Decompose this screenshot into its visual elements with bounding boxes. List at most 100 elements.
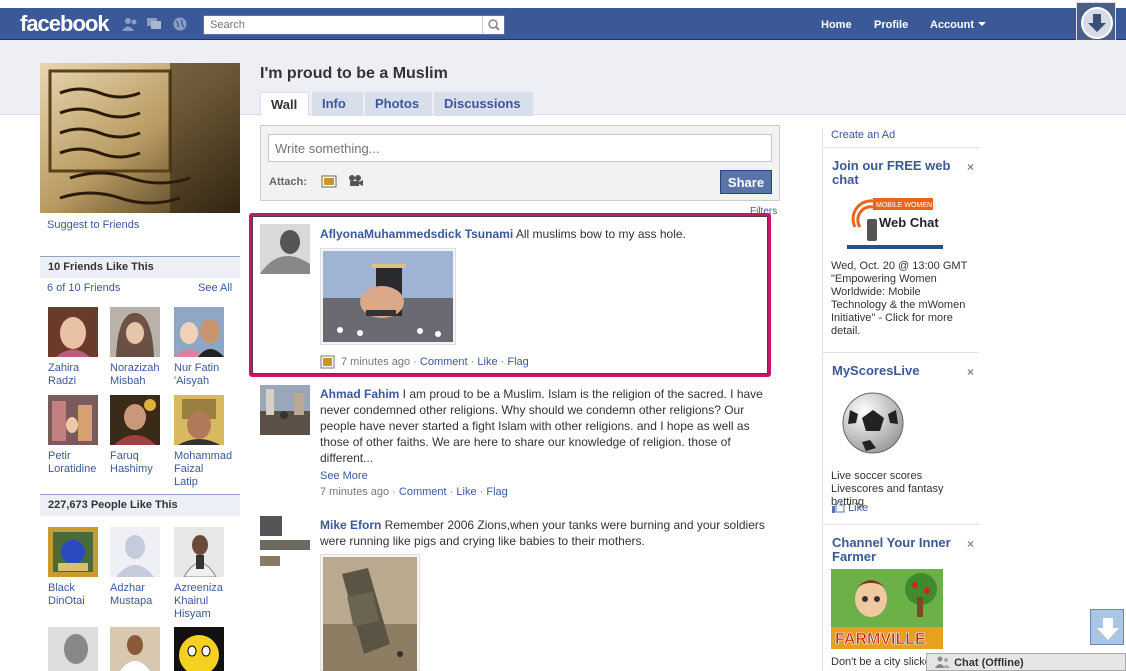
person-item[interactable]: Azreeniza Khairul Hisyam [174, 527, 228, 621]
see-more-link[interactable]: See More [320, 470, 368, 482]
ad-myscoreslive[interactable]: MyScoresLive × Live soccer scores Livesc… [822, 354, 979, 525]
blue-bar: facebook Home Profile Account [0, 8, 1126, 40]
friend-item[interactable]: Faruq Hashimy [110, 395, 164, 476]
arrow-down-icon [1097, 618, 1119, 640]
person-name: Black DinOtai [48, 582, 85, 607]
story-author-link[interactable]: Ahmad Fahim [320, 387, 399, 401]
story-3-body: Mike Eforn Remember 2006 Zions,when your… [320, 517, 775, 549]
like-link[interactable]: Like [456, 486, 476, 498]
friend-photo [110, 395, 160, 445]
story-author-avatar[interactable] [260, 385, 310, 435]
chat-bar[interactable]: Chat (Offline) [926, 653, 1126, 671]
ad-close-icon[interactable]: × [967, 537, 974, 551]
story-message: Remember 2006 Zions,when your tanks were… [320, 518, 765, 548]
flag-link[interactable]: Flag [486, 486, 507, 498]
story-2-meta: 7 minutes ago · Comment · Like · Flag [320, 486, 508, 498]
person-photo [48, 527, 98, 577]
attach-label: Attach: [269, 176, 307, 188]
person-photo[interactable] [48, 627, 98, 671]
tab-wall[interactable]: Wall [260, 92, 309, 116]
tab-info[interactable]: Info [312, 92, 363, 116]
default-avatar-icon [110, 527, 160, 577]
video-attach-icon[interactable] [347, 174, 363, 188]
ad-like-label: Like [848, 502, 869, 514]
friends-count-link[interactable]: 6 of 10 Friends [47, 282, 120, 294]
friend-name: Petir Loratidine [48, 450, 97, 475]
friend-photo [174, 307, 224, 357]
see-all-link[interactable]: See All [198, 282, 232, 294]
person-name: Adzhar Mustapa [110, 582, 153, 607]
farmville-ad-image: FARMVILLE [831, 569, 943, 649]
create-ad-link[interactable]: Create an Ad [831, 129, 895, 141]
person-photo[interactable] [110, 627, 160, 671]
ad-close-icon[interactable]: × [967, 160, 974, 174]
nav-account[interactable]: Account [930, 19, 986, 31]
friend-name: Nur Fatin 'Aisyah [174, 362, 220, 387]
friend-photo [48, 395, 98, 445]
ad-title[interactable]: MyScoresLive [832, 364, 962, 378]
friend-requests-icon[interactable] [122, 17, 138, 31]
nav-profile[interactable]: Profile [874, 19, 908, 31]
ad-logo-main-text: Web Chat [879, 215, 939, 230]
ad-body: Don't be a city slicker [831, 656, 931, 668]
friend-photo [48, 307, 98, 357]
friend-item[interactable]: Norazizah Misbah [110, 307, 164, 388]
search-input[interactable] [204, 16, 480, 34]
friends-like-heading: 10 Friends Like This [40, 256, 240, 278]
notifications-globe-icon[interactable] [172, 17, 188, 31]
share-button[interactable]: Share [720, 170, 772, 194]
download-overlay-button[interactable] [1076, 2, 1116, 42]
tab-discussions[interactable]: Discussions [434, 92, 533, 116]
profile-picture[interactable] [40, 63, 240, 213]
friend-name: Mohammad Faizal Latip [174, 450, 233, 488]
chat-people-icon [935, 656, 950, 668]
nav-home[interactable]: Home [821, 19, 852, 31]
download-arrow-icon [1081, 7, 1113, 39]
photo-attach-icon[interactable] [321, 174, 337, 188]
page-title: I'm proud to be a Muslim [260, 65, 448, 82]
messages-icon[interactable] [146, 17, 162, 31]
story-author-link[interactable]: Mike Eforn [320, 518, 381, 532]
ad-mobile-women[interactable]: Join our FREE web chat × MOBILE WOMEN We… [822, 147, 979, 353]
farmville-logo-text: FARMVILLE [835, 631, 926, 648]
person-photo [174, 527, 224, 577]
search-button[interactable] [482, 16, 504, 34]
magnifier-icon [488, 19, 500, 31]
mobile-women-logo: MOBILE WOMEN Web Chat [847, 193, 943, 251]
highlight-annotation-box [249, 213, 771, 377]
story-timestamp[interactable]: 7 minutes ago [320, 486, 389, 498]
friend-item[interactable]: Nur Fatin 'Aisyah [174, 307, 228, 388]
nav-account-label: Account [930, 19, 974, 31]
ad-title[interactable]: Join our FREE web chat [832, 159, 962, 187]
story-attached-photo[interactable] [320, 554, 420, 671]
ad-title[interactable]: Channel Your Inner Farmer [832, 536, 962, 564]
story-2-body: Ahmad Fahim I am proud to be a Muslim. I… [320, 386, 782, 466]
smiley-emoticon-photo[interactable] [174, 627, 224, 671]
friend-item[interactable]: Petir Loratidine [48, 395, 102, 476]
meta-separator: · [392, 486, 396, 498]
facebook-logo[interactable]: facebook [20, 11, 110, 37]
person-item[interactable]: Black DinOtai [48, 527, 102, 608]
friend-photo [110, 307, 160, 357]
suggest-to-friends-link[interactable]: Suggest to Friends [47, 219, 139, 231]
ad-body: Wed, Oct. 20 @ 13:00 GMT "Empowering Wom… [831, 260, 968, 337]
ad-logo-top-text: MOBILE WOMEN [876, 202, 932, 209]
person-item[interactable]: Adzhar Mustapa [110, 527, 164, 608]
comment-link[interactable]: Comment [399, 486, 447, 498]
story-author-avatar[interactable] [260, 516, 310, 566]
scroll-down-button[interactable] [1090, 609, 1124, 645]
ad-farmville[interactable]: Channel Your Inner Farmer × FARMVILLE Do… [822, 526, 979, 671]
status-input[interactable] [268, 134, 772, 162]
ad-like-button[interactable]: Like [832, 500, 869, 514]
soccer-ball-image [842, 392, 904, 454]
ad-close-icon[interactable]: × [967, 365, 974, 379]
friend-item[interactable]: Zahira Radzi [48, 307, 102, 388]
tab-photos[interactable]: Photos [365, 92, 432, 116]
caret-down-icon [978, 22, 986, 26]
friend-item[interactable]: Mohammad Faizal Latip [174, 395, 233, 489]
search-box [203, 15, 505, 35]
people-like-heading: 227,673 People Like This [40, 494, 240, 516]
top-bar: facebook Home Profile Account [0, 0, 1126, 42]
thumbs-up-icon [832, 500, 845, 513]
friend-name: Zahira Radzi [48, 362, 80, 387]
